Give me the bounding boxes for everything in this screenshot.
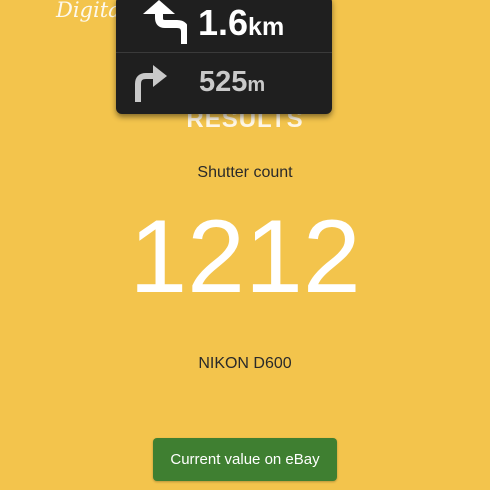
nav-primary-distance: 1.6km xyxy=(198,2,284,44)
nav-primary-distance-unit: km xyxy=(248,13,285,41)
camera-model: NIKON D600 xyxy=(198,355,292,372)
turn-right-arrow-icon xyxy=(133,62,173,107)
turn-left-arrow-icon xyxy=(133,0,189,49)
brand-logo-text: Digita xyxy=(56,0,121,22)
nav-secondary-instruction: 525m xyxy=(116,53,332,114)
nav-primary-distance-value: 1.6 xyxy=(198,2,249,43)
nav-secondary-distance-value: 525 xyxy=(199,66,248,98)
shutter-count-value: 1212 xyxy=(129,199,361,315)
shutter-count-label: Shutter count xyxy=(197,164,293,181)
navigation-overlay[interactable]: 1.6km 525m xyxy=(116,0,332,114)
nav-secondary-distance-unit: m xyxy=(247,74,266,96)
nav-primary-instruction: 1.6km xyxy=(116,0,332,52)
nav-secondary-distance: 525m xyxy=(199,66,265,99)
ebay-value-button[interactable]: Current value on eBay xyxy=(153,438,337,481)
